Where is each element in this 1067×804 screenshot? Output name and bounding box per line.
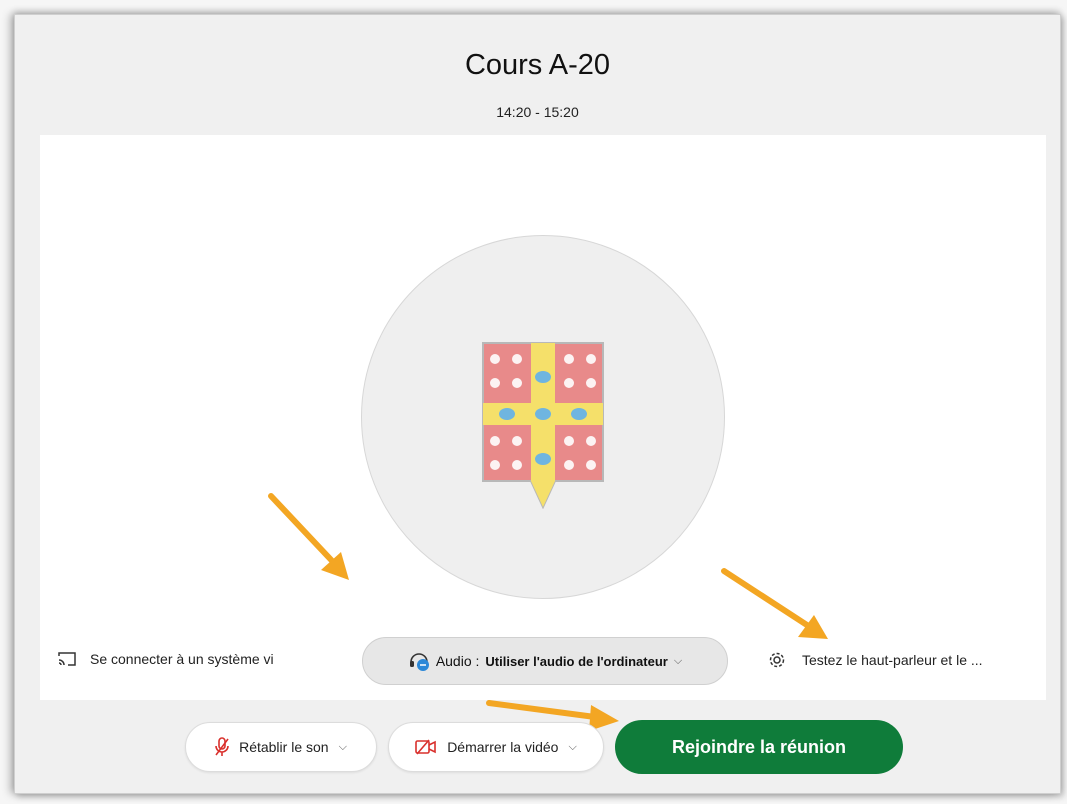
unmute-button[interactable]: Rétablir le son ⌵ (185, 722, 377, 772)
meeting-title: Cours A-20 (464, 49, 611, 81)
audio-value: Utiliser l'audio de l'ordinateur (485, 653, 668, 669)
start-video-button[interactable]: Démarrer la vidéo ⌵ (388, 722, 604, 772)
crest-avatar (482, 342, 604, 509)
meeting-time: 14:20 - 15:20 (496, 104, 579, 120)
media-options-bar: Se connecter à un système vi Audio : Uti… (40, 637, 1046, 687)
audio-prefix: Audio : (435, 653, 480, 669)
test-speaker-option[interactable]: Testez le haut-parleur et le ... (768, 651, 983, 669)
start-video-label: Démarrer la vidéo (447, 739, 559, 755)
annotation-arrow (721, 568, 828, 639)
mic-muted-icon (215, 737, 229, 756)
cast-icon (58, 652, 76, 666)
test-speaker-label: Testez le haut-parleur et le ... (802, 652, 983, 668)
chevron-down-icon[interactable]: ⌵ (568, 741, 576, 754)
connect-device-option[interactable]: Se connecter à un système vi (58, 651, 274, 667)
video-off-icon (415, 739, 436, 755)
video-preview-area: Se connecter à un système vi Audio : Uti… (40, 135, 1046, 700)
unmute-label: Rétablir le son (239, 739, 329, 755)
chevron-down-icon[interactable]: ⌵ (339, 741, 347, 754)
audio-selector[interactable]: Audio : Utiliser l'audio de l'ordinateur… (362, 637, 728, 685)
join-meeting-button[interactable]: Rejoindre la réunion (615, 720, 903, 774)
chevron-down-icon: ⌵ (673, 654, 683, 667)
headset-icon (409, 653, 429, 671)
connect-device-label: Se connecter à un système vi (90, 651, 274, 667)
annotation-arrow (268, 493, 349, 580)
meeting-preview-window: Cours A-20 14:20 - 15:20 Se connecter à … (14, 14, 1061, 794)
gear-icon (769, 652, 785, 668)
